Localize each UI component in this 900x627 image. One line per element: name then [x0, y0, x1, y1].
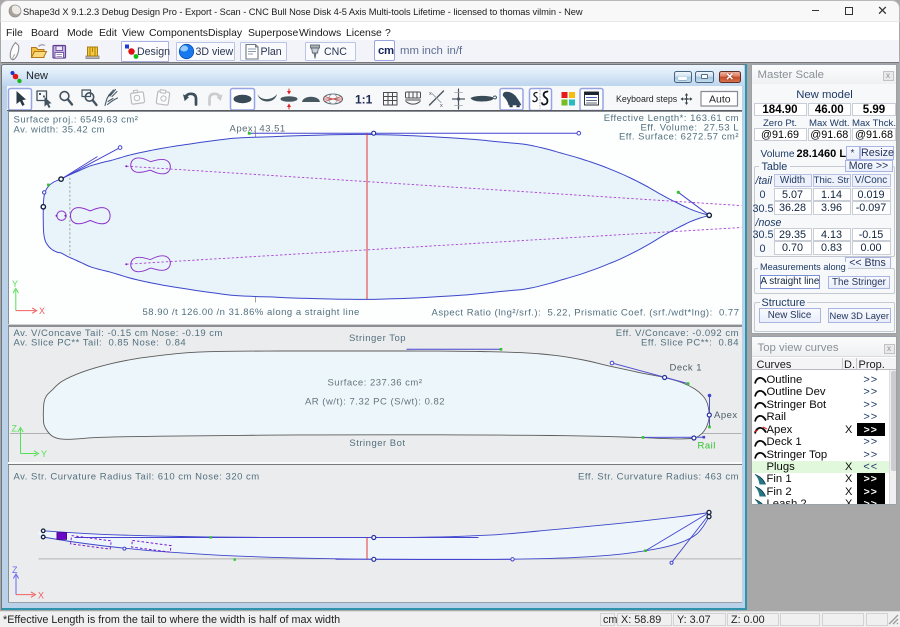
svg-text:58.90 /t 126.00 /n 31.86% alon: 58.90 /t 126.00 /n 31.86% along a straig… — [142, 307, 359, 318]
svg-text:Z: Z — [12, 565, 18, 575]
svg-text:x: x — [429, 91, 432, 97]
svg-text:Stringer Top: Stringer Top — [348, 333, 405, 344]
svg-text:1:1: 1:1 — [355, 92, 373, 106]
svg-text:Av. width: 35.42 cm: Av. width: 35.42 cm — [13, 125, 105, 136]
svg-text:Av. Str. Curvature Radius Tail: Av. Str. Curvature Radius Tail: 610 cm N… — [13, 472, 259, 483]
svg-text:Surface: 237.36 cm²: Surface: 237.36 cm² — [327, 377, 422, 388]
svg-text:Stringer Bot: Stringer Bot — [349, 438, 405, 449]
svg-text:x: x — [440, 103, 443, 109]
svg-text:Y: Y — [41, 449, 48, 459]
svg-text:X: X — [38, 590, 45, 600]
svg-text:Eff. Surface: 6272.57 cm²: Eff. Surface: 6272.57 cm² — [618, 132, 738, 143]
svg-text:Keyboard steps: Keyboard steps — [616, 94, 678, 104]
svg-text:Rail: Rail — [697, 440, 715, 451]
svg-text:Apex: Apex — [714, 410, 738, 421]
svg-text:Eff. Str. Curvature Radius: 46: Eff. Str. Curvature Radius: 463 cm — [578, 472, 739, 483]
svg-text:X: X — [39, 306, 46, 316]
svg-text:Z: Z — [11, 424, 17, 434]
svg-text:Y: Y — [12, 279, 19, 289]
svg-text:Aspect Ratio (lng²/srf.): 5.2: Aspect Ratio (lng²/srf.): 5.22, Prismati… — [431, 307, 739, 318]
svg-text:AR (w/t): 7.32 PC (S/wt): 0.82: AR (w/t): 7.32 PC (S/wt): 0.82 — [304, 396, 444, 407]
svg-text:Apex: 43.51: Apex: 43.51 — [229, 123, 285, 134]
svg-text:Auto: Auto — [709, 93, 731, 105]
svg-text:Av. Slice PC** Tail: 0.85 Nos: Av. Slice PC** Tail: 0.85 Nose: 0.84 — [13, 337, 186, 348]
svg-text:Deck 1: Deck 1 — [669, 362, 702, 373]
svg-text:Eff. Slice PC**: 0.84: Eff. Slice PC**: 0.84 — [641, 337, 739, 348]
